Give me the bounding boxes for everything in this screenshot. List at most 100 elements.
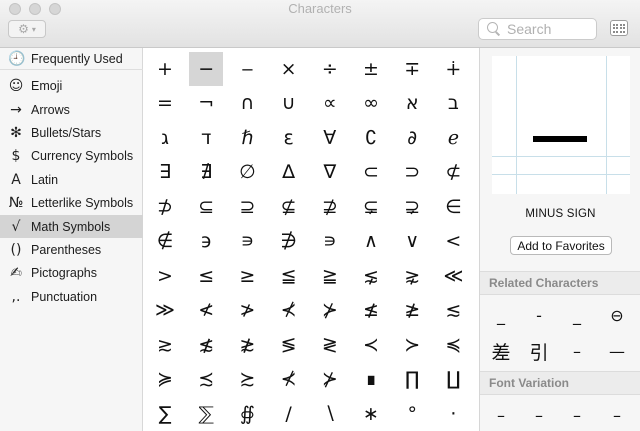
character-cell[interactable]: ⋧ — [395, 259, 429, 293]
font-variation-character[interactable]: – — [601, 400, 633, 430]
character-cell[interactable]: ≱ — [395, 294, 429, 328]
character-cell[interactable]: ± — [354, 52, 388, 86]
character-cell[interactable]: = — [148, 87, 182, 121]
character-cell[interactable]: ≧ — [313, 259, 347, 293]
character-cell[interactable]: ב — [436, 87, 470, 121]
character-cell[interactable]: ≪ — [436, 259, 470, 293]
sidebar-item[interactable]: √ Math Symbols — [0, 215, 143, 238]
character-cell[interactable]: ≿ — [230, 363, 264, 397]
character-cell[interactable]: ≥ — [230, 259, 264, 293]
character-cell[interactable]: ∍ — [313, 225, 347, 259]
character-cell[interactable]: ∐ — [436, 363, 470, 397]
related-character[interactable]: – — [561, 336, 593, 366]
character-cell[interactable]: · — [436, 397, 470, 431]
character-cell[interactable]: − — [189, 52, 224, 86]
character-cell[interactable]: ≰ — [354, 294, 388, 328]
character-cell[interactable]: ≼ — [436, 328, 470, 362]
character-cell[interactable]: ≳ — [148, 328, 182, 362]
character-cell[interactable]: ⊁ — [313, 294, 347, 328]
character-cell[interactable]: ∏ — [395, 363, 429, 397]
character-cell[interactable]: ⊂ — [354, 156, 388, 190]
search-field[interactable] — [478, 18, 597, 40]
character-cell[interactable]: ∑ — [148, 397, 182, 431]
character-cell[interactable]: א — [395, 87, 429, 121]
character-cell[interactable]: ∯ — [230, 397, 264, 431]
sidebar-item[interactable]: ✍ Pictographs — [0, 261, 143, 284]
character-cell[interactable]: ∝ — [313, 87, 347, 121]
character-cell[interactable]: ∇ — [313, 156, 347, 190]
character-cell[interactable]: / — [272, 397, 306, 431]
character-cell[interactable]: ∗ — [354, 397, 388, 431]
character-cell[interactable]: ε — [272, 121, 306, 155]
character-cell[interactable]: ℏ — [230, 121, 264, 155]
character-cell[interactable]: ¬ — [189, 87, 223, 121]
character-cell[interactable]: ≻ — [395, 328, 429, 362]
related-character[interactable]: — — [601, 336, 633, 366]
character-cell[interactable]: ≲ — [436, 294, 470, 328]
related-character[interactable]: ⊖ — [601, 300, 633, 330]
character-cell[interactable]: ∁ — [354, 121, 388, 155]
sidebar-item[interactable]: → Arrows — [0, 98, 143, 121]
character-cell[interactable]: ⊅ — [148, 190, 182, 224]
character-cell[interactable]: ⊊ — [354, 190, 388, 224]
character-cell[interactable]: ∄ — [189, 156, 223, 190]
character-cell[interactable]: ∖ — [313, 397, 347, 431]
sidebar-item[interactable]: 🕘 Frequently Used — [0, 47, 143, 70]
character-cell[interactable]: ∩ — [230, 87, 264, 121]
character-cell[interactable]: ד — [189, 121, 223, 155]
sidebar-item[interactable]: A Latin — [0, 168, 143, 191]
sidebar-item[interactable]: $ Currency Symbols — [0, 144, 143, 167]
character-cell[interactable]: ⊀ — [272, 363, 306, 397]
add-to-favorites-button[interactable]: Add to Favorites — [510, 236, 612, 255]
character-cell[interactable]: ≽ — [148, 363, 182, 397]
character-cell[interactable]: ∌ — [272, 225, 306, 259]
related-character[interactable]: 差 — [485, 336, 517, 366]
character-cell[interactable]: ⊇ — [230, 190, 264, 224]
character-cell[interactable]: ≴ — [189, 328, 223, 362]
character-cell[interactable]: ∎ — [354, 363, 388, 397]
character-cell[interactable]: ℯ — [436, 121, 470, 155]
character-cell[interactable]: ∨ — [395, 225, 429, 259]
character-cell[interactable]: ⊆ — [189, 190, 223, 224]
character-cell[interactable]: ≶ — [272, 328, 306, 362]
character-cell[interactable]: ⊃ — [395, 156, 429, 190]
character-cell[interactable]: ∧ — [354, 225, 388, 259]
character-cell[interactable]: ‒ — [230, 52, 264, 86]
character-cell[interactable]: ≯ — [230, 294, 264, 328]
character-cell[interactable]: ∂ — [395, 121, 429, 155]
sidebar-item[interactable]: ,. Punctuation — [0, 285, 143, 308]
character-cell[interactable]: ≵ — [230, 328, 264, 362]
character-cell[interactable]: > — [148, 259, 182, 293]
character-cell[interactable]: ∅ — [230, 156, 264, 190]
sidebar-item[interactable]: () Parentheses — [0, 238, 143, 261]
character-cell[interactable]: ⊀ — [272, 294, 306, 328]
related-character[interactable]: ‐ — [523, 300, 555, 330]
character-cell[interactable]: ∀ — [313, 121, 347, 155]
character-cell[interactable]: ≮ — [189, 294, 223, 328]
character-cell[interactable]: ∈ — [436, 190, 470, 224]
character-cell[interactable]: ° — [395, 397, 429, 431]
character-cell[interactable]: × — [272, 52, 306, 86]
font-variation-character[interactable]: – — [523, 400, 555, 430]
related-character[interactable]: 引 — [523, 336, 555, 366]
character-cell[interactable]: ≦ — [272, 259, 306, 293]
character-cell[interactable]: ∞ — [354, 87, 388, 121]
character-cell[interactable]: ≺ — [354, 328, 388, 362]
character-cell[interactable]: ⊈ — [272, 190, 306, 224]
related-character[interactable]: _ — [485, 300, 517, 330]
character-cell[interactable]: ≤ — [189, 259, 223, 293]
character-cell[interactable]: ÷ — [313, 52, 347, 86]
character-cell[interactable]: ⊉ — [313, 190, 347, 224]
character-cell[interactable]: ∓ — [395, 52, 429, 86]
sidebar-item[interactable]: ✻ Bullets/Stars — [0, 121, 143, 144]
character-cell[interactable]: ⊁ — [313, 363, 347, 397]
character-cell[interactable]: ϶ — [189, 225, 223, 259]
keyboard-viewer-icon[interactable] — [610, 20, 628, 36]
character-cell[interactable]: < — [436, 225, 470, 259]
character-cell[interactable]: ≾ — [189, 363, 223, 397]
sidebar-item[interactable]: № Letterlike Symbols — [0, 191, 143, 214]
character-cell[interactable]: ∆ — [272, 156, 306, 190]
character-cell[interactable]: ∉ — [148, 225, 182, 259]
character-cell[interactable]: ⊄ — [436, 156, 470, 190]
character-cell[interactable]: ∃ — [148, 156, 182, 190]
